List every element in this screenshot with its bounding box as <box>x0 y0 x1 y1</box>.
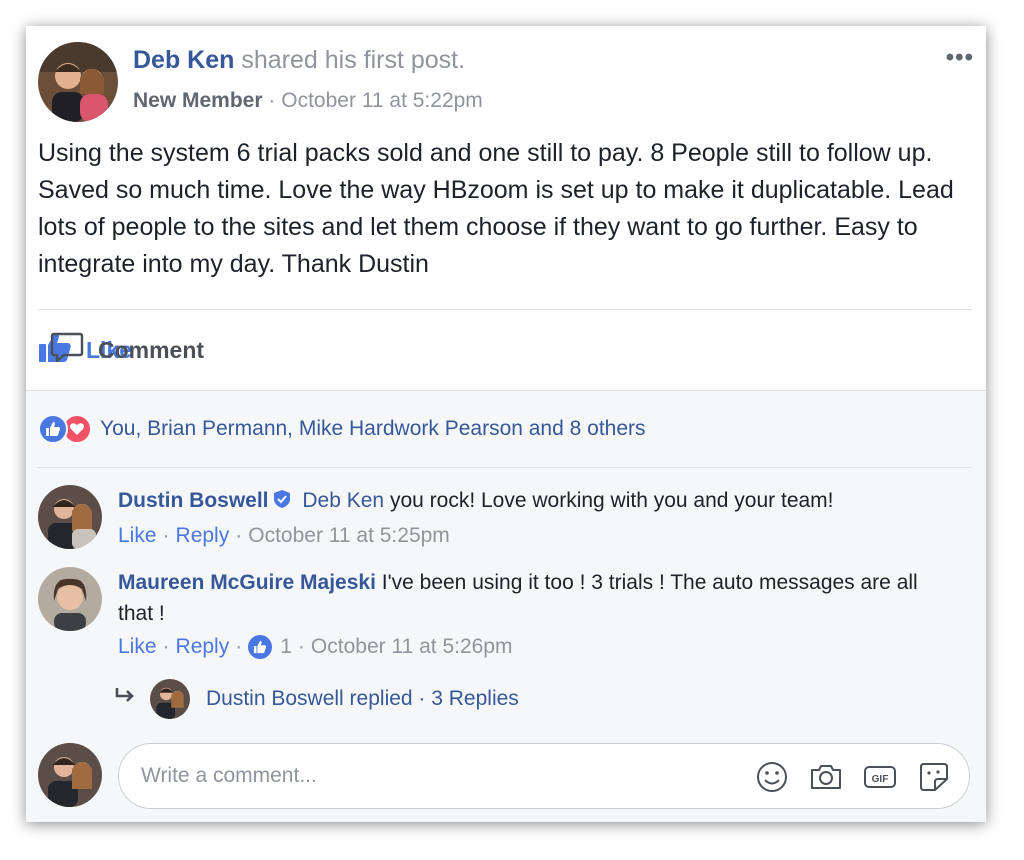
post-header-line: Deb Ken shared his first post. <box>133 46 465 75</box>
composer-tools: GIF <box>735 761 951 793</box>
commenter-name[interactable]: Dustin Boswell <box>118 489 269 512</box>
commenter-avatar[interactable] <box>38 485 102 549</box>
comment-item: Maureen McGuire Majeski I've been using … <box>38 567 968 677</box>
thumbs-up-icon <box>248 634 273 659</box>
comment-meta: Like · Reply · October 11 at 5:25pm <box>118 520 958 551</box>
sticker-icon[interactable] <box>917 761 951 793</box>
comment-item: Dustin Boswell Deb Ken you rock! Love wo… <box>38 485 968 555</box>
comment-body: Dustin Boswell Deb Ken you rock! Love wo… <box>118 485 958 551</box>
gif-icon[interactable]: GIF <box>863 761 897 793</box>
post-meta: New Member · October 11 at 5:22pm <box>133 89 483 113</box>
commenter-avatar[interactable] <box>38 567 102 631</box>
comment-timestamp[interactable]: October 11 at 5:25pm <box>248 520 450 551</box>
comment-button[interactable]: Comment <box>50 331 980 369</box>
reactions-text: You, Brian Permann, Mike Hardwork Pearso… <box>100 417 646 440</box>
tagged-user[interactable]: Deb Ken <box>302 489 384 512</box>
svg-text:GIF: GIF <box>872 774 889 785</box>
replier-avatar <box>150 679 190 719</box>
post-card: Deb Ken shared his first post. New Membe… <box>26 26 986 822</box>
post-actions: Like Comment <box>38 326 204 374</box>
comment-label: Comment <box>98 336 205 363</box>
post-action-text: shared his first post. <box>241 46 466 74</box>
more-options-icon[interactable]: ••• <box>946 44 974 72</box>
divider <box>38 467 972 468</box>
meta-separator: · <box>268 89 276 112</box>
reaction-icons <box>38 414 92 444</box>
camera-icon[interactable] <box>809 761 843 793</box>
reactions-summary[interactable]: You, Brian Permann, Mike Hardwork Pearso… <box>38 413 646 445</box>
speech-bubble-icon <box>50 331 98 369</box>
thumbs-up-icon <box>38 414 68 444</box>
comment-reply-link[interactable]: Reply <box>176 631 230 662</box>
view-replies-link[interactable]: Dustin Boswell replied · 3 Replies <box>114 679 519 719</box>
smiley-icon[interactable] <box>755 761 789 793</box>
post-timestamp[interactable]: October 11 at 5:22pm <box>281 89 483 112</box>
author-name[interactable]: Deb Ken <box>133 46 234 74</box>
comment-like-link[interactable]: Like <box>118 631 157 662</box>
shield-check-icon <box>273 487 291 518</box>
comment-composer: GIF <box>38 743 972 813</box>
comment-reply-link[interactable]: Reply <box>176 520 230 551</box>
member-badge[interactable]: New Member <box>133 89 263 112</box>
comment-text: you rock! Love working with you and your… <box>389 489 834 512</box>
comment-body: Maureen McGuire Majeski I've been using … <box>118 567 958 662</box>
post-body: Using the system 6 trial packs sold and … <box>38 139 954 278</box>
comment-content: Dustin Boswell Deb Ken you rock! Love wo… <box>118 485 958 518</box>
comment-input[interactable] <box>141 764 721 788</box>
author-avatar[interactable] <box>38 42 118 122</box>
comment-timestamp[interactable]: October 11 at 5:26pm <box>311 631 513 662</box>
comment-content: Maureen McGuire Majeski I've been using … <box>118 567 958 629</box>
comments-section: You, Brian Permann, Mike Hardwork Pearso… <box>26 390 986 822</box>
divider <box>38 309 972 310</box>
replies-text: Dustin Boswell replied · 3 Replies <box>206 687 519 710</box>
current-user-avatar <box>38 743 102 807</box>
comment-like-count[interactable]: 1 <box>280 631 292 662</box>
commenter-name[interactable]: Maureen McGuire Majeski <box>118 571 376 594</box>
reply-arrow-icon <box>114 687 136 711</box>
comment-like-link[interactable]: Like <box>118 520 157 551</box>
comment-meta: Like · Reply · 1 · October 11 at 5:26pm <box>118 631 958 662</box>
comment-input-box[interactable]: GIF <box>118 743 970 809</box>
